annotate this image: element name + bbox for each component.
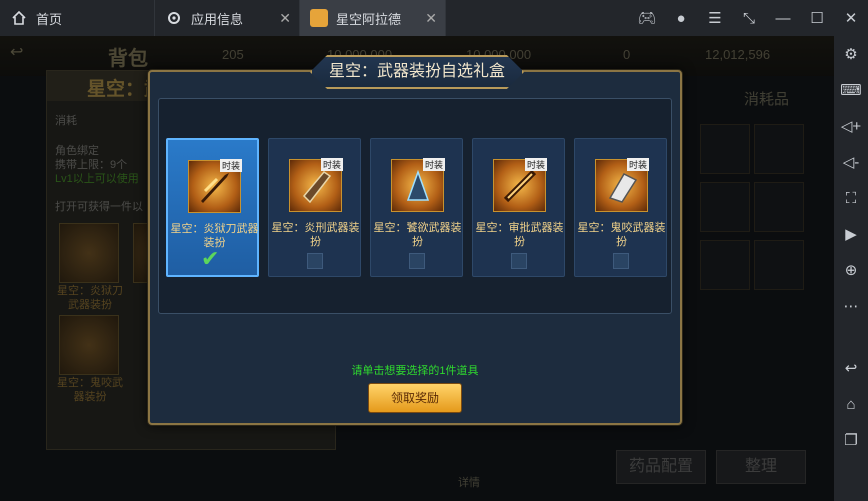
menu-icon[interactable]: ☰ [698,9,732,27]
item-name: 星空：炎刑武器装扮 [271,222,360,248]
recents-icon[interactable]: ❐ [834,422,868,458]
select-checkbox[interactable] [511,253,527,269]
tab-label: 星空阿拉德 [336,11,402,27]
close-window-icon[interactable]: ✕ [834,9,868,27]
item-card[interactable]: 时装 星空：审批武器装扮 [472,138,565,277]
select-hint: 请单击想要选择的1件道具 [351,365,479,377]
modal-title: 星空：武器装扮自选礼盒 [310,55,524,89]
fashion-badge: 时装 [320,158,343,171]
weapon-icon: 时装 [493,158,547,212]
weapon-icon: 时装 [391,158,445,212]
close-icon[interactable]: ✕ [279,10,291,27]
weapon-icon: 时装 [595,158,649,212]
item-card[interactable]: 时装 星空：鬼咬武器装扮 [574,138,667,277]
volume-down-icon[interactable]: ◁- [834,144,868,180]
tab-app-info[interactable]: 应用信息 ✕ [155,0,300,36]
select-checkbox[interactable] [613,253,629,269]
claim-reward-button[interactable]: 领取奖励 [368,383,462,413]
tab-label: 应用信息 [191,11,244,27]
fashion-badge: 时装 [524,158,547,171]
select-checkbox[interactable] [307,253,323,269]
record-icon[interactable]: ▶ [834,216,868,252]
item-name: 星空：饕欲武器装扮 [373,222,462,248]
settings-icon[interactable]: ⚙ [834,36,868,72]
item-name: 星空：审批武器装扮 [475,222,564,248]
window-controls: 🎮︎ ● ☰ ⤡ — ☐ ✕ [630,0,868,36]
weapon-icon: 时装 [188,159,242,213]
minimize-icon[interactable]: — [766,10,800,27]
gamepad-icon[interactable]: 🎮︎ [630,9,664,27]
shrink-icon[interactable]: ⤡ [732,10,766,27]
game-icon [310,9,328,27]
add-app-icon[interactable]: ⊕ [834,252,868,288]
fashion-badge: 时装 [422,158,445,171]
close-icon[interactable]: ✕ [425,10,437,27]
check-icon: ✔ [201,246,220,271]
tab-game[interactable]: 星空阿拉德 ✕ [300,0,446,36]
item-card[interactable]: 时装 星空：饕欲武器装扮 [370,138,463,277]
screenshot-icon[interactable]: ⛶ [834,180,868,216]
volume-up-icon[interactable]: ◁+ [834,108,868,144]
home-icon [10,9,28,27]
weapon-icon: 时装 [289,158,343,212]
item-card[interactable]: 时装 星空：炎刑武器装扮 [268,138,361,277]
select-gift-modal: 星空：武器装扮自选礼盒 时装 星空：炎狱刀武器装扮 ✔ 时装 星空：炎刑武器装扮… [148,55,682,425]
emulator-sidebar: ⚙ ⌨ ◁+ ◁- ⛶ ▶ ⊕ ⋯ ↩ ⌂ ❐ [834,36,868,501]
select-checkbox[interactable] [409,253,425,269]
gear-icon [165,9,183,27]
more-icon[interactable]: ⋯ [834,288,868,324]
tab-home[interactable]: 首页 [0,0,155,36]
home-nav-icon[interactable]: ⌂ [834,386,868,422]
tab-label: 首页 [36,11,63,27]
item-name: 星空：鬼咬武器装扮 [577,222,666,248]
maximize-icon[interactable]: ☐ [800,9,834,27]
account-icon[interactable]: ● [664,10,698,27]
fashion-badge: 时装 [626,158,649,171]
item-card-selected[interactable]: 时装 星空：炎狱刀武器装扮 ✔ [166,138,259,277]
emulator-tabbar: 首页 应用信息 ✕ 星空阿拉德 ✕ 🎮︎ ● ☰ ⤡ — ☐ ✕ [0,0,868,36]
back-icon[interactable]: ↩ [834,350,868,386]
keyboard-icon[interactable]: ⌨ [834,72,868,108]
fashion-badge: 时装 [219,159,242,172]
item-select-area: 时装 星空：炎狱刀武器装扮 ✔ 时装 星空：炎刑武器装扮 时装 星空：饕欲武器装… [158,98,672,314]
